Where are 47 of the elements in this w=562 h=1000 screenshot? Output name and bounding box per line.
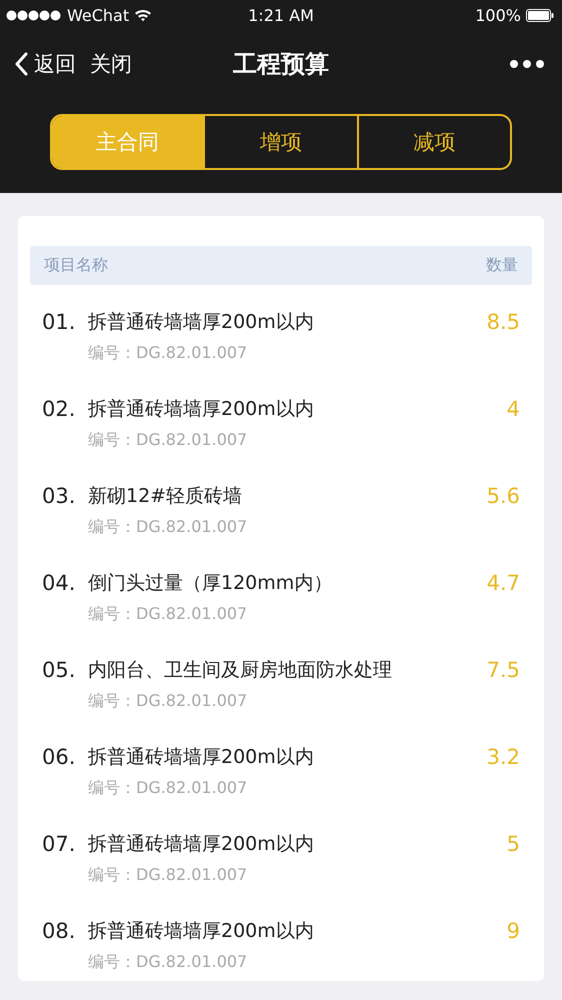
item-name: 拆普通砖墙墙厚200m以内	[88, 397, 315, 422]
carrier-name: WeChat	[67, 6, 130, 24]
item-number: 08.	[42, 919, 76, 943]
item-number: 04.	[42, 571, 76, 595]
chevron-left-icon	[14, 52, 28, 76]
item-code: 编号：DG.82.01.007	[88, 517, 248, 538]
item-quantity: 8.5	[486, 310, 520, 334]
item-name: 内阳台、卫生间及厨房地面防水处理	[88, 658, 393, 683]
item-quantity: 3.2	[486, 745, 520, 769]
item-number: 02.	[42, 397, 76, 421]
item-number: 07.	[42, 832, 76, 856]
item-quantity: 5.6	[486, 484, 520, 508]
more-icon[interactable]	[510, 60, 544, 68]
item-code: 编号：DG.82.01.007	[88, 865, 248, 886]
item-number: 01.	[42, 310, 76, 334]
item-code: 编号：DG.82.01.007	[88, 430, 248, 451]
status-time: 1:21 AM	[248, 6, 314, 24]
back-button[interactable]: 返回	[14, 50, 76, 78]
segment-tab[interactable]: 增项	[203, 116, 357, 168]
segment-tab[interactable]: 减项	[356, 116, 510, 168]
close-button[interactable]: 关闭	[90, 50, 132, 78]
item-code: 编号：DG.82.01.007	[88, 691, 248, 712]
item-quantity: 5	[506, 832, 520, 856]
item-code: 编号：DG.82.01.007	[88, 952, 248, 973]
item-number: 03.	[42, 484, 76, 508]
column-header: 数量	[486, 255, 518, 276]
item-name: 拆普通砖墙墙厚200m以内	[88, 919, 315, 944]
signal-icon	[6, 10, 62, 20]
item-name: 拆普通砖墙墙厚200m以内	[88, 745, 315, 770]
battery-icon	[526, 8, 554, 22]
item-code: 编号：DG.82.01.007	[88, 778, 248, 799]
column-header: 项目名称	[44, 255, 108, 276]
item-quantity: 9	[506, 919, 520, 943]
page-title: 工程预算	[233, 49, 329, 80]
item-name: 拆普通砖墙墙厚200m以内	[88, 310, 315, 335]
item-name: 新砌12#轻质砖墙	[88, 484, 244, 509]
item-quantity: 7.5	[486, 658, 520, 682]
item-number: 05.	[42, 658, 76, 682]
item-code: 编号：DG.82.01.007	[88, 343, 248, 364]
item-name: 倒门头过量（厚120mm内）	[88, 571, 334, 596]
item-quantity: 4.7	[486, 571, 520, 595]
item-quantity: 4	[506, 397, 520, 421]
wifi-icon	[134, 8, 152, 22]
battery-percent: 100%	[475, 6, 521, 24]
item-number: 06.	[42, 745, 76, 769]
item-name: 拆普通砖墙墙厚200m以内	[88, 832, 315, 857]
item-code: 编号：DG.82.01.007	[88, 604, 248, 625]
